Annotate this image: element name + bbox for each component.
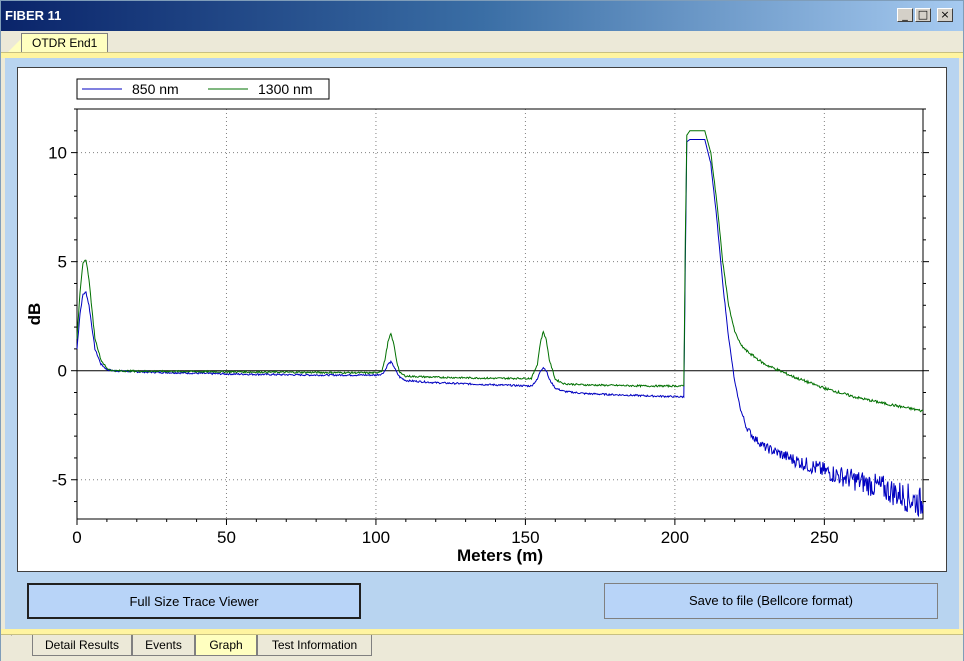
x-axis-label: Meters (m) (457, 546, 543, 565)
x-tick-label: 100 (362, 528, 390, 547)
y-tick-label: 5 (58, 253, 67, 272)
y-tick-label: -5 (52, 471, 67, 490)
x-tick-label: 50 (217, 528, 236, 547)
y-tick-label: 10 (48, 144, 67, 163)
full-size-trace-viewer-button[interactable]: Full Size Trace Viewer (27, 583, 361, 619)
grid-layer (77, 109, 923, 519)
otdr-trace-chart[interactable]: 0 50 100 150 200 250 -5 0 5 10 850 nm 1300 nm Met… (18, 68, 946, 571)
tab-slant-decoration (11, 635, 34, 656)
x-tick-label: 200 (661, 528, 689, 547)
minimize-button[interactable]: _ (897, 8, 913, 22)
x-tick-label: 150 (511, 528, 539, 547)
tab-otdr-end1[interactable]: OTDR End1 (21, 33, 109, 53)
tab-test-information[interactable]: Test Information (257, 635, 372, 656)
y-tick-label: 0 (58, 362, 67, 381)
title-bar[interactable]: FIBER 11 _ □ × (1, 1, 963, 31)
x-tick-label: 250 (810, 528, 838, 547)
graph-content-area: 0 50 100 150 200 250 -5 0 5 10 850 nm 1300 nm Met… (5, 58, 959, 629)
tab-detail-results[interactable]: Detail Results (32, 635, 132, 656)
bottom-tab-bar: Detail Results Events Graph Test Informa… (1, 635, 963, 661)
series-line-1 (76, 130, 924, 413)
close-button[interactable]: × (937, 8, 953, 22)
tab-graph[interactable]: Graph (195, 635, 257, 656)
plot-frame (76, 108, 924, 520)
series-line-0 (76, 139, 924, 518)
series-layer (76, 130, 924, 518)
maximize-button[interactable]: □ (915, 8, 931, 22)
top-tab-bar: OTDR End1 (1, 31, 963, 53)
chart-legend: 850 nm 1300 nm (76, 78, 330, 100)
chart-panel: 0 50 100 150 200 250 -5 0 5 10 850 nm 1300 nm Met… (17, 67, 947, 572)
save-to-file-button[interactable]: Save to file (Bellcore format) (604, 583, 938, 619)
x-tick-label: 0 (72, 528, 81, 547)
window-title: FIBER 11 (5, 8, 62, 23)
y-axis-label: dB (25, 303, 44, 326)
application-window: FIBER 11 _ □ × OTDR End1 0 50 100 150 200 250… (0, 0, 964, 661)
tab-events[interactable]: Events (132, 635, 195, 656)
axis-layer: 0 50 100 150 200 250 -5 0 5 10 (48, 108, 929, 547)
legend-label-850nm: 850 nm (132, 81, 179, 97)
legend-label-1300nm: 1300 nm (258, 81, 312, 97)
